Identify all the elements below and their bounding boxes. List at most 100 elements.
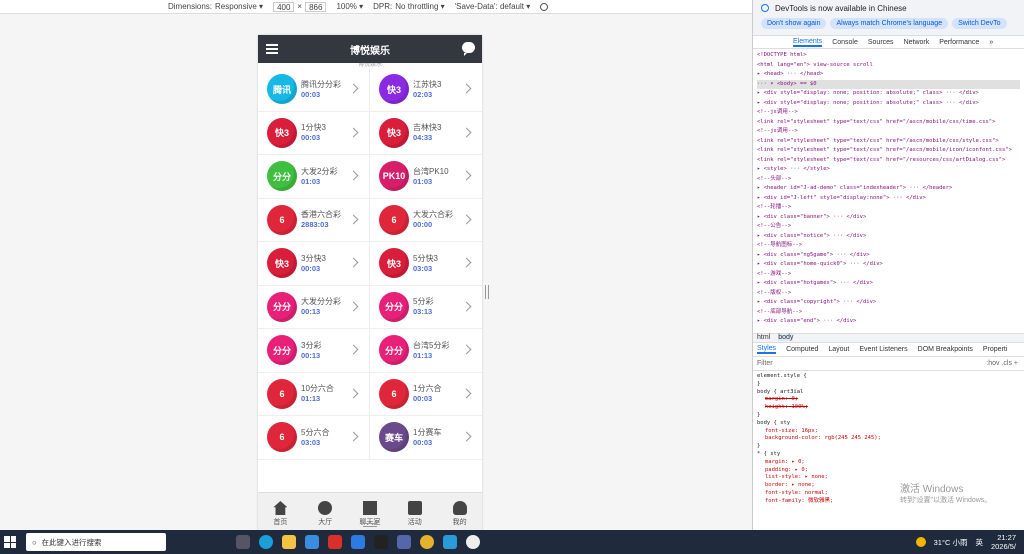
menu-icon[interactable] — [266, 44, 278, 54]
dom-node-line[interactable]: <!--导航图标--> — [757, 241, 1020, 251]
tab-chat[interactable]: 聊天室 — [348, 493, 393, 535]
dom-node-line[interactable]: <!--js调用--> — [757, 108, 1020, 118]
dom-node-line[interactable]: ▸ <div style="display: none; position: a… — [757, 89, 1020, 99]
dom-node-line[interactable]: <link rel="stylesheet" type="text/css" h… — [757, 156, 1020, 166]
dom-node-line[interactable]: ▸ <style> ··· </style> — [757, 165, 1020, 175]
game-item[interactable]: 6 10分六合 01:13 — [258, 372, 370, 416]
dom-node-line[interactable]: ▸ <div class="banner"> ··· </div> — [757, 213, 1020, 223]
game-item[interactable]: 快3 江苏快3 02:03 — [370, 68, 482, 112]
file-explorer-icon[interactable] — [282, 535, 296, 549]
photos-icon[interactable] — [397, 535, 411, 549]
tab-hall[interactable]: 大厅 — [303, 493, 348, 535]
taskbar-search[interactable]: ○ 在此键入进行搜索 — [26, 533, 166, 551]
devtools-tab[interactable]: Network — [904, 39, 930, 46]
game-item[interactable]: 分分 3分彩 00:13 — [258, 329, 370, 373]
dom-node-line[interactable]: <link rel="stylesheet" type="text/css" h… — [757, 118, 1020, 128]
game-item[interactable]: 分分 台湾5分彩 01:13 — [370, 329, 482, 373]
dom-node-line[interactable]: ▸ <div class="home-quick0"> ··· </div> — [757, 260, 1020, 270]
devtools-tab[interactable]: Performance — [939, 39, 979, 46]
clock[interactable]: 21:27 2026/5/ — [991, 533, 1016, 551]
dom-node-line[interactable]: <!--游戏--> — [757, 270, 1020, 280]
dom-node-line[interactable]: ▸ <div style="display: none; position: a… — [757, 99, 1020, 109]
styles-subtab[interactable]: DOM Breakpoints — [918, 346, 973, 353]
cloud-icon[interactable] — [351, 535, 365, 549]
game-item[interactable]: 6 大发六合彩 00:00 — [370, 198, 482, 242]
styles-subtab[interactable]: Computed — [786, 346, 818, 353]
game-item[interactable]: 赛车 1分赛车 00:03 — [370, 416, 482, 460]
game-item[interactable]: 腾讯 腾讯分分彩 00:03 — [258, 68, 370, 112]
dom-node-line[interactable]: ▸ <div class="hotgames"> ··· </div> — [757, 279, 1020, 289]
dom-node-line[interactable]: <!--轮播--> — [757, 203, 1020, 213]
tab-home[interactable]: 首页 — [258, 493, 303, 535]
devtools-tab[interactable]: Console — [832, 39, 858, 46]
styles-subtab[interactable]: Event Listeners — [859, 346, 907, 353]
crumb-body[interactable]: body — [778, 334, 794, 341]
tab-me[interactable]: 我的 — [437, 493, 482, 535]
game-item[interactable]: 分分 大发分分彩 00:13 — [258, 285, 370, 329]
devtools-tab[interactable]: » — [989, 39, 993, 46]
height-input[interactable]: 866 — [305, 1, 327, 12]
dom-node-line[interactable]: <!--底部导航--> — [757, 308, 1020, 318]
game-item[interactable]: 6 香港六合彩 2883:03 — [258, 198, 370, 242]
dom-node-line[interactable]: ▸ <head> ··· </head> — [757, 70, 1020, 80]
vpn-icon[interactable] — [443, 535, 457, 549]
game-item[interactable]: 6 1分六合 00:03 — [370, 372, 482, 416]
dom-node-line[interactable]: ▸ <div id="J-left" style="display:none">… — [757, 194, 1020, 204]
dom-node-line[interactable]: <!--js调用--> — [757, 127, 1020, 137]
game-item[interactable]: 快3 1分快3 00:03 — [258, 111, 370, 155]
game-item[interactable]: 快3 5分快3 03:03 — [370, 242, 482, 286]
windows-start-icon[interactable] — [4, 536, 16, 548]
ime-indicator[interactable]: 英 — [975, 537, 983, 548]
resize-handle[interactable] — [485, 285, 489, 299]
rotate-icon[interactable] — [540, 2, 549, 11]
dom-node-line[interactable]: ▸ <div class="ng5game"> ··· </div> — [757, 251, 1020, 261]
dom-node-line[interactable]: ▸ <div class="notice"> ··· </div> — [757, 232, 1020, 242]
qq-icon[interactable] — [466, 535, 480, 549]
always-match-button[interactable]: Always match Chrome's language — [830, 18, 949, 29]
dom-node-line[interactable]: <!--头部--> — [757, 175, 1020, 185]
zoom-select[interactable]: 100% ▾ — [336, 2, 363, 11]
dom-node-line[interactable]: <link rel="stylesheet" type="text/css" h… — [757, 146, 1020, 156]
dom-node-line[interactable]: ▸ <div class="end"> ··· </div> — [757, 317, 1020, 327]
styles-subtab[interactable]: Layout — [828, 346, 849, 353]
crumb-html[interactable]: html — [757, 334, 770, 341]
store-icon[interactable] — [305, 535, 319, 549]
throttling-select[interactable]: No throttling ▾ — [395, 2, 444, 11]
save-data-select[interactable]: 'Save-Data': default ▾ — [455, 2, 531, 11]
edge-icon[interactable] — [259, 535, 273, 549]
dimensions-select[interactable]: Responsive ▾ — [215, 2, 263, 11]
chrome-icon[interactable] — [420, 535, 434, 549]
switch-devtools-button[interactable]: Switch DevTo — [952, 18, 1007, 29]
game-item[interactable]: PK10 台湾PK10 01:03 — [370, 155, 482, 199]
filter-input[interactable]: Filter — [757, 360, 986, 367]
dpr-control[interactable]: DPR: No throttling ▾ — [373, 2, 445, 11]
devtools-tab[interactable]: Elements — [793, 38, 823, 47]
styles-subtab[interactable]: Properti — [983, 346, 1008, 353]
dom-node-line[interactable]: <!--版权--> — [757, 289, 1020, 299]
styles-subtab[interactable]: Styles — [757, 345, 777, 354]
dont-show-button[interactable]: Don't show again — [761, 18, 827, 29]
dom-node-line[interactable]: ▸ <div class="copyright"> ··· </div> — [757, 298, 1020, 308]
dom-node-line[interactable]: ▸ <header id="J-ad-demo" class="indexhea… — [757, 184, 1020, 194]
game-item[interactable]: 分分 大发2分彩 01:03 — [258, 155, 370, 199]
chat-bubble-icon[interactable] — [462, 42, 475, 56]
tab-gift[interactable]: 活动 — [392, 493, 437, 535]
dom-node-line[interactable]: <html lang="en"> view-source scroll — [757, 61, 1020, 71]
dom-node-line[interactable]: <!--公告--> — [757, 222, 1020, 232]
game-item[interactable]: 6 5分六合 03:03 — [258, 416, 370, 460]
app-icon[interactable] — [374, 535, 388, 549]
dom-node-line[interactable]: ··· ▾ <body> == $0 — [757, 79, 1020, 89]
bottom-resize-handle[interactable] — [363, 523, 377, 527]
dimensions-control[interactable]: Dimensions: Responsive ▾ — [168, 2, 263, 11]
wps-icon[interactable] — [328, 535, 342, 549]
game-item[interactable]: 快3 吉林快3 04:33 — [370, 111, 482, 155]
dom-node-line[interactable]: <!DOCTYPE html> — [757, 51, 1020, 61]
task-view-icon[interactable] — [236, 535, 250, 549]
devtools-tab[interactable]: Sources — [868, 39, 894, 46]
dom-node-line[interactable]: <link rel="stylesheet" type="text/css" h… — [757, 137, 1020, 147]
filter-actions[interactable]: :hov .cls + — [986, 360, 1024, 367]
game-item[interactable]: 分分 5分彩 03:13 — [370, 285, 482, 329]
weather-text[interactable]: 31°C 小雨 — [934, 537, 968, 548]
game-item[interactable]: 快3 3分快3 00:03 — [258, 242, 370, 286]
width-input[interactable]: 400 — [273, 1, 295, 12]
